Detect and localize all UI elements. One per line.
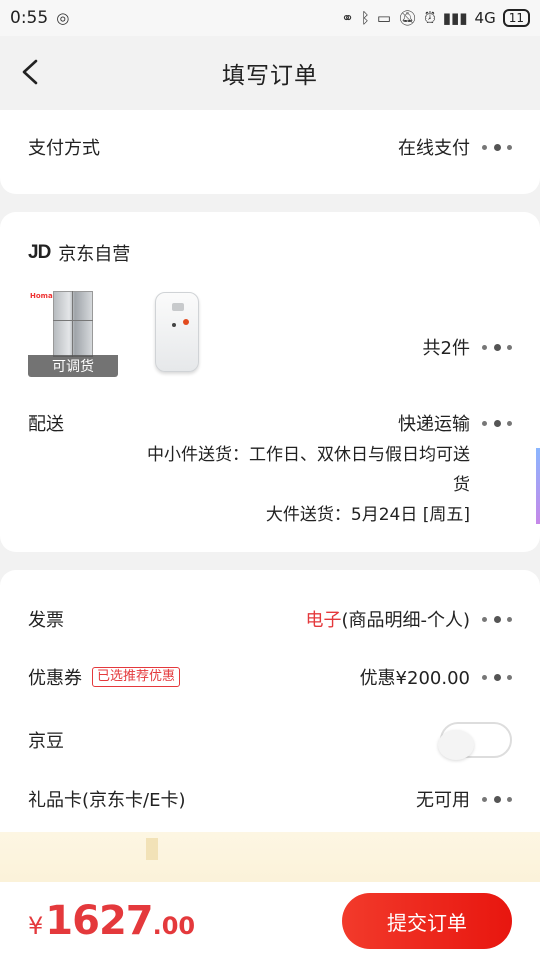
alarm-icon: ⏰︎ <box>424 9 436 27</box>
more-dots-icon[interactable] <box>482 413 512 433</box>
invoice-value: 电子(商品明细-个人) <box>305 606 470 632</box>
product-count-row[interactable]: 共2件 <box>28 334 512 360</box>
mute-icon: 🔕︎ <box>398 9 418 27</box>
product-brand-label: Homa <box>30 292 53 300</box>
more-dots-icon[interactable] <box>482 337 512 357</box>
delivery-method: 快递运输 <box>398 414 470 435</box>
submit-order-button[interactable]: 提交订单 <box>342 893 512 949</box>
delivery-label: 配送 <box>28 414 64 435</box>
bluetooth-icon: ᛒ <box>360 9 370 27</box>
status-bar: 0:55 ◎ ⚭ ᛒ ▭ 🔕︎ ⏰︎ ▮▮▮ 4G 11 <box>0 0 540 36</box>
battery-icon: 11 <box>502 9 530 27</box>
payment-row[interactable]: 支付方式 在线支付 <box>28 134 512 160</box>
more-dots-icon[interactable] <box>482 789 512 809</box>
promo-banner-mark <box>146 838 158 860</box>
coupon-recommended-tag: 已选推荐优惠 <box>92 667 181 687</box>
invoice-detail: (商品明细-个人) <box>341 610 470 631</box>
total-price: ¥ 1627 .00 <box>28 898 195 944</box>
price-decimal: .00 <box>152 912 196 940</box>
nfc-icon: ▭ <box>376 9 392 27</box>
jingdou-label: 京豆 <box>28 731 64 752</box>
app-notification-icon: ◎ <box>56 9 70 27</box>
product-thumbnail-fridge[interactable]: Homa 可调货 <box>28 288 118 377</box>
delivery-details: 中小件送货：工作日、双休日与假日均可送 货 大件送货：5月24日 [周五] <box>90 440 470 530</box>
toggle-knob <box>438 730 474 760</box>
invoice-row[interactable]: 发票 电子(商品明细-个人) <box>28 606 512 632</box>
more-dots-icon[interactable] <box>482 667 512 687</box>
currency-symbol: ¥ <box>28 912 44 940</box>
checkout-bar: ¥ 1627 .00 提交订单 <box>0 882 540 960</box>
invoice-label: 发票 <box>28 610 64 631</box>
gift-card-value: 无可用 <box>416 790 470 811</box>
jingdou-toggle[interactable] <box>438 722 512 760</box>
gift-card-label: 礼品卡(京东卡/E卡) <box>28 790 186 811</box>
device-image <box>155 292 199 372</box>
payment-card: 支付方式 在线支付 <box>0 110 540 194</box>
store-card: JD 京东自营 Homa 可调货 共2件 配送 快递运输 中小件送货：工作日、双… <box>0 212 540 552</box>
page-header: 填写订单 <box>0 36 540 110</box>
store-header: JD 京东自营 <box>28 240 512 266</box>
link-icon: ⚭ <box>341 9 354 27</box>
page-title: 填写订单 <box>222 63 318 89</box>
payment-value: 在线支付 <box>398 138 470 159</box>
store-name: 京东自营 <box>58 244 131 265</box>
product-count: 共2件 <box>422 338 470 359</box>
network-type: 4G <box>474 9 496 27</box>
delivery-line-large: 大件送货：5月24日 [周五] <box>265 505 470 525</box>
delivery-line-small-cont: 货 <box>453 475 470 495</box>
back-arrow-icon[interactable] <box>18 58 46 86</box>
delivery-row[interactable]: 配送 快递运输 <box>28 410 512 436</box>
coupon-row[interactable]: 优惠券 已选推荐优惠 优惠¥200.00 <box>28 664 512 690</box>
status-time: 0:55 <box>10 8 49 28</box>
signal-icon: ▮▮▮ <box>442 9 468 27</box>
payment-label: 支付方式 <box>28 138 100 159</box>
price-integer: 1627 <box>45 898 153 944</box>
battery-level: 11 <box>508 11 524 25</box>
side-accent-bar <box>536 448 540 524</box>
more-dots-icon[interactable] <box>482 609 512 629</box>
options-card: 发票 电子(商品明细-个人) 优惠券 已选推荐优惠 优惠¥200.00 京豆 礼… <box>0 570 540 840</box>
gift-card-row[interactable]: 礼品卡(京东卡/E卡) 无可用 <box>28 786 512 812</box>
invoice-type: 电子 <box>305 610 342 631</box>
coupon-label: 优惠券 <box>28 668 82 689</box>
more-dots-icon[interactable] <box>482 137 512 157</box>
jd-logo: JD <box>28 242 51 263</box>
promo-banner-strip <box>0 832 540 882</box>
jingdou-row: 京豆 <box>28 722 512 760</box>
coupon-value: 优惠¥200.00 <box>359 668 470 689</box>
delivery-line-small: 中小件送货：工作日、双休日与假日均可送 <box>147 445 470 465</box>
